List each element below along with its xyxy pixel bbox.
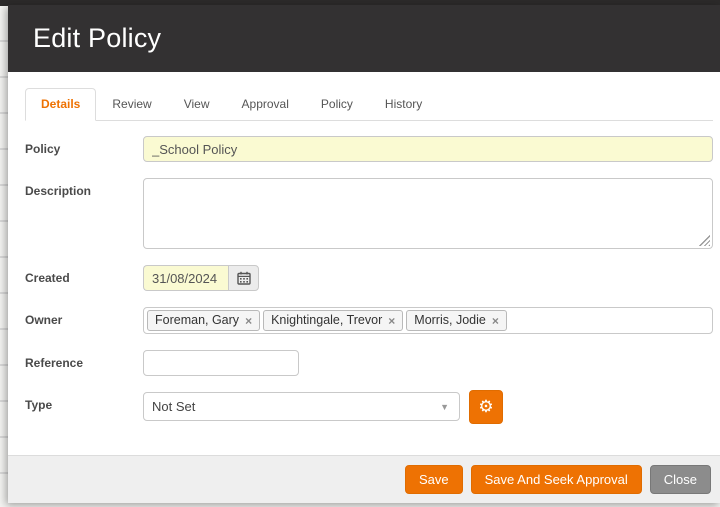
tab-bar: Details Review View Approval Policy Hist… [25, 88, 713, 121]
owner-multiselect[interactable]: Foreman, Gary × Knightingale, Trevor × M… [143, 307, 713, 334]
calendar-icon [237, 271, 251, 285]
remove-tag-icon[interactable]: × [245, 315, 252, 327]
owner-tag-label: Knightingale, Trevor [271, 313, 382, 328]
resize-handle-icon[interactable] [699, 235, 710, 246]
save-button[interactable]: Save [405, 465, 463, 494]
type-select[interactable]: Not Set ▼ [143, 392, 460, 421]
tab-review[interactable]: Review [96, 88, 167, 121]
owner-tag[interactable]: Knightingale, Trevor × [263, 310, 403, 331]
created-date-input[interactable] [143, 265, 228, 291]
description-label: Description [25, 178, 143, 198]
description-row: Description [25, 178, 713, 249]
modal-body: Details Review View Approval Policy Hist… [8, 72, 720, 455]
remove-tag-icon[interactable]: × [492, 315, 499, 327]
owner-tag[interactable]: Morris, Jodie × [406, 310, 507, 331]
owner-tag-label: Foreman, Gary [155, 313, 239, 328]
type-label: Type [25, 392, 143, 412]
policy-row: Policy [25, 136, 713, 162]
type-settings-button[interactable]: ⚙ [469, 390, 503, 424]
reference-row: Reference [25, 350, 713, 376]
created-label: Created [25, 265, 143, 285]
owner-tag-label: Morris, Jodie [414, 313, 486, 328]
gear-icon: ⚙ [478, 397, 493, 417]
type-row: Type Not Set ▼ ⚙ [25, 392, 713, 424]
type-select-value: Not Set [152, 399, 195, 414]
owner-row: Owner Foreman, Gary × Knightingale, Trev… [25, 307, 713, 334]
tab-approval[interactable]: Approval [226, 88, 305, 121]
chevron-down-icon: ▼ [440, 402, 449, 412]
created-row: Created [25, 265, 713, 291]
tab-history[interactable]: History [369, 88, 438, 121]
edit-policy-modal: Edit Policy Details Review View Approval… [8, 5, 720, 503]
modal-header: Edit Policy [8, 5, 720, 72]
reference-input[interactable] [143, 350, 299, 376]
modal-title: Edit Policy [33, 23, 161, 54]
calendar-button[interactable] [228, 265, 259, 291]
owner-tag[interactable]: Foreman, Gary × [147, 310, 260, 331]
tab-policy[interactable]: Policy [305, 88, 369, 121]
policy-input[interactable] [143, 136, 713, 162]
remove-tag-icon[interactable]: × [388, 315, 395, 327]
owner-label: Owner [25, 307, 143, 327]
save-and-seek-approval-button[interactable]: Save And Seek Approval [471, 465, 642, 494]
policy-label: Policy [25, 136, 143, 156]
description-textarea[interactable] [143, 178, 713, 249]
tab-view[interactable]: View [168, 88, 226, 121]
reference-label: Reference [25, 350, 143, 370]
modal-footer: Save Save And Seek Approval Close [8, 455, 720, 503]
close-button[interactable]: Close [650, 465, 711, 494]
tab-details[interactable]: Details [25, 88, 96, 121]
